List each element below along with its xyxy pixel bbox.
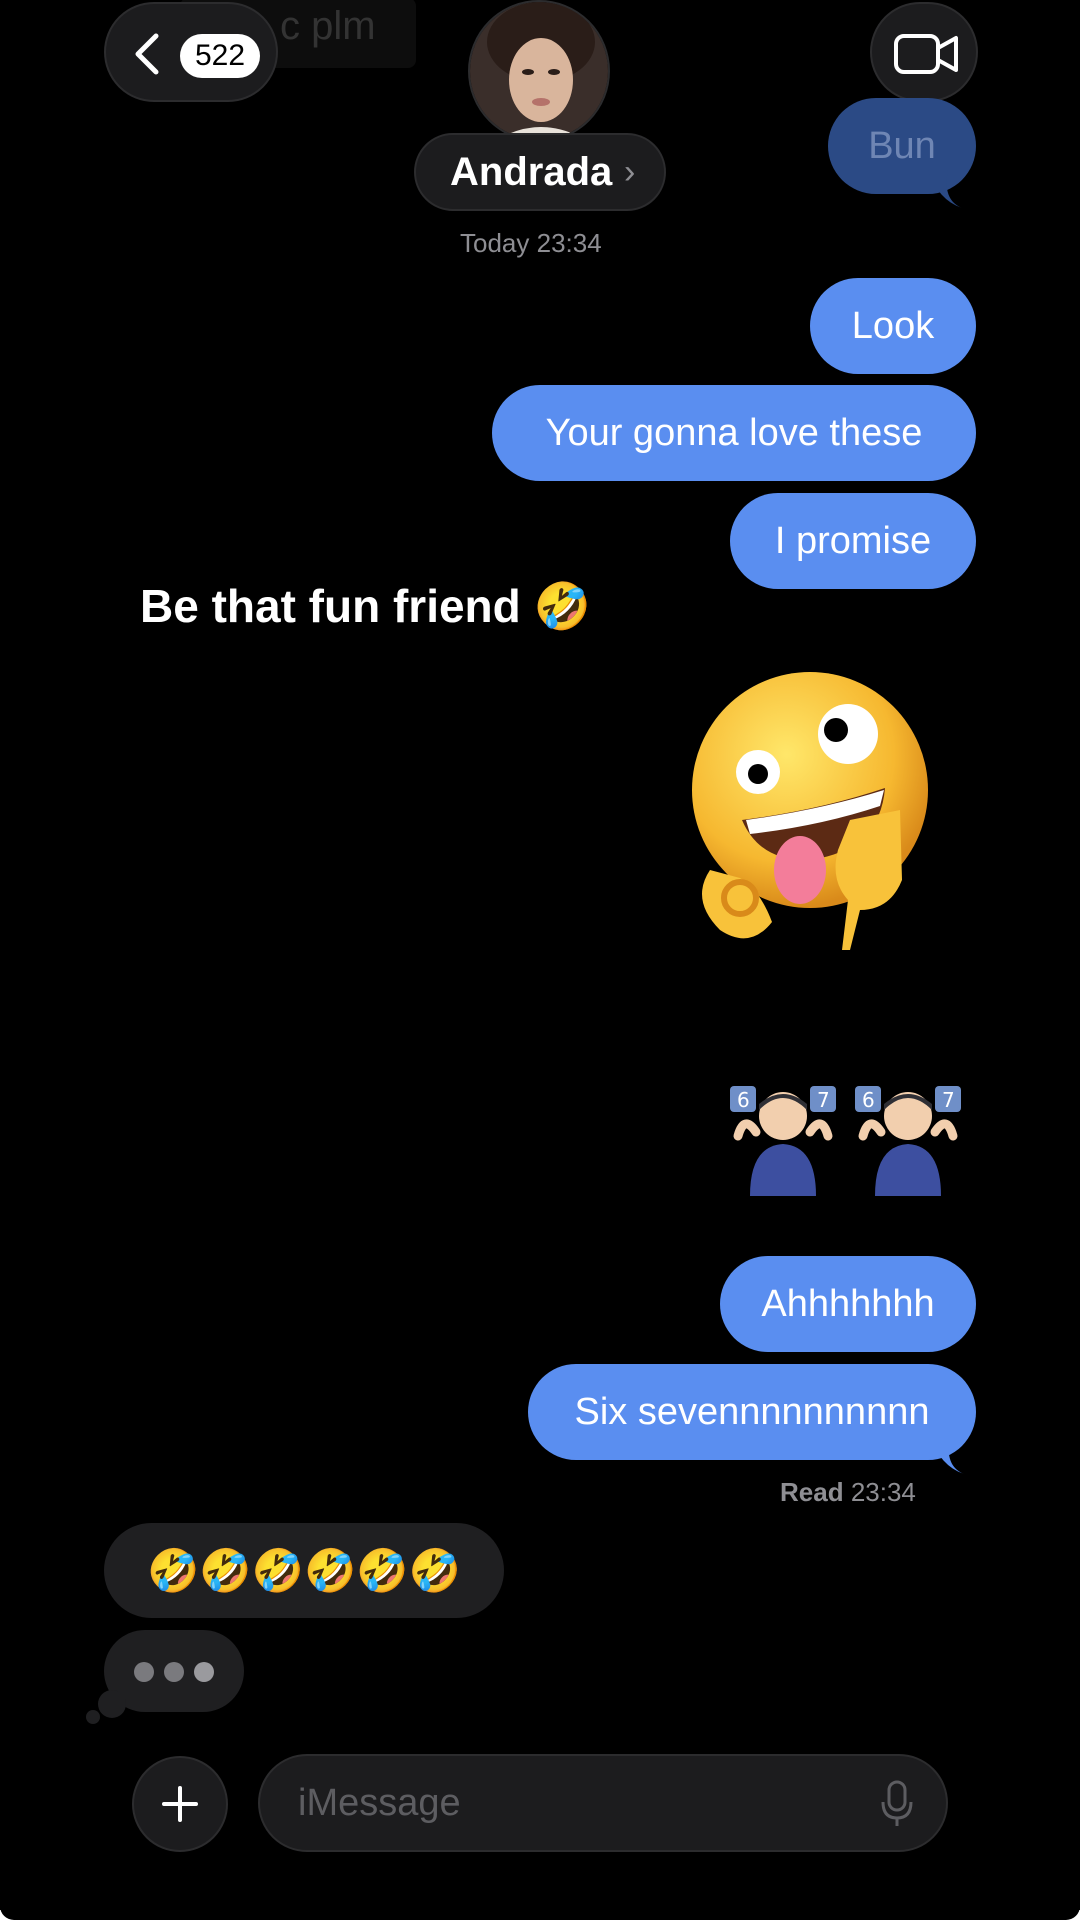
sent-message[interactable]: Ahhhhhhh — [720, 1256, 976, 1352]
read-label: Read — [780, 1477, 844, 1507]
back-button[interactable]: 522 — [104, 2, 278, 102]
plus-icon — [162, 1786, 198, 1822]
svg-text:6: 6 — [737, 1088, 750, 1112]
conversation-timestamp: Today 23:34 — [460, 228, 602, 258]
typing-tail-bubble — [86, 1710, 100, 1724]
message-input-placeholder: iMessage — [298, 1782, 461, 1824]
read-time: 23:34 — [850, 1477, 916, 1507]
svg-text:6: 6 — [862, 1088, 875, 1112]
video-call-button[interactable] — [870, 2, 978, 102]
message-input[interactable]: iMessage — [258, 1754, 948, 1852]
sent-message[interactable]: Your gonna love these — [492, 385, 976, 481]
chevron-right-icon: › — [624, 153, 636, 191]
add-attachment-button[interactable] — [132, 1756, 228, 1852]
chevron-left-icon — [135, 33, 159, 75]
typing-dot — [164, 1662, 184, 1682]
sent-message[interactable]: Six sevennnnnnnnnn — [528, 1364, 976, 1460]
video-camera-icon — [894, 34, 958, 74]
zany-face-emoji — [692, 672, 928, 950]
contact-name: Andrada — [450, 150, 613, 194]
contact-avatar[interactable] — [468, 0, 610, 142]
microphone-icon[interactable] — [880, 1780, 914, 1828]
avatar-photo — [470, 2, 608, 140]
overlay-caption: Be that fun friend 🤣 — [140, 580, 591, 632]
unread-count-badge: 522 — [180, 34, 260, 78]
read-receipt: Read 23:34 — [780, 1477, 916, 1508]
bubble-tail — [928, 170, 962, 208]
sent-message[interactable]: Look — [810, 278, 976, 374]
sent-message[interactable]: I promise — [730, 493, 976, 589]
bottom-mask — [0, 1906, 1080, 1920]
bubble-tail — [930, 1436, 964, 1474]
typing-dot — [134, 1662, 154, 1682]
svg-text:7: 7 — [817, 1088, 830, 1112]
svg-text:7: 7 — [942, 1088, 955, 1112]
typing-dot — [194, 1662, 214, 1682]
typing-tail-bubble — [98, 1690, 126, 1718]
contact-name-button[interactable]: Andrada › — [414, 133, 666, 211]
received-message[interactable]: 🤣🤣🤣🤣🤣🤣 — [104, 1523, 504, 1618]
shrug-emoji-row: 6 7 6 7 — [730, 1086, 961, 1196]
